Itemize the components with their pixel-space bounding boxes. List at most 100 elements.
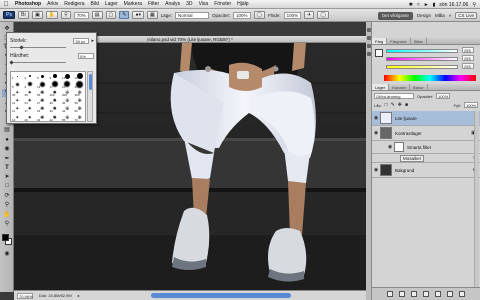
- wifi-icon[interactable]: ≈: [417, 2, 420, 8]
- brush-preset[interactable]: ✷ 24: [24, 97, 37, 105]
- layer-row-kontrastlager[interactable]: ◉ Kontrastlager ▣: [372, 126, 480, 141]
- brush-preset[interactable]: 19: [74, 72, 86, 80]
- apple-icon[interactable]: : [0, 1, 12, 8]
- brush-preset[interactable]: 13: [36, 80, 49, 89]
- screen-mode-icon[interactable]: ▢: [105, 11, 117, 19]
- brush-preset[interactable]: ❉ 200: [61, 89, 74, 97]
- foreground-color-swatch[interactable]: [2, 234, 9, 241]
- brush-preset[interactable]: 5: [11, 80, 24, 89]
- menu-arkiv[interactable]: Arkiv: [44, 1, 61, 7]
- brush-grid-scroll-thumb[interactable]: [89, 74, 92, 90]
- brush-preset[interactable]: 9: [49, 72, 62, 80]
- mini-bridge-button[interactable]: ▣: [32, 11, 43, 19]
- blur-tool-icon[interactable]: ●: [2, 136, 12, 144]
- brush-preset[interactable]: ✹ 39: [49, 97, 62, 105]
- zoom-level-dropdown[interactable]: 70%: [73, 11, 89, 19]
- lock-position-icon[interactable]: ✥: [398, 102, 402, 108]
- brush-preset[interactable]: ❉ 55: [61, 114, 74, 121]
- menu-fonster[interactable]: Fönster: [211, 1, 234, 7]
- menu-lager[interactable]: Lager: [102, 1, 121, 7]
- path-select-tool-icon[interactable]: ➤: [2, 173, 12, 181]
- brush-preset[interactable]: ✷ 45: [24, 89, 37, 97]
- brush-picker-button[interactable]: ●▾: [132, 11, 144, 19]
- brush-preset[interactable]: ✺ 27: [36, 97, 49, 105]
- blue-value[interactable]: 255: [462, 63, 474, 69]
- menu-markera[interactable]: Markera: [121, 1, 145, 7]
- layer-row-bakgrund[interactable]: ◉ Bakgrund ■: [372, 163, 480, 178]
- layer-row-lite-ljusare[interactable]: ◉ Lite ljusare: [372, 111, 480, 126]
- color-spectrum-ramp[interactable]: [384, 75, 476, 81]
- layer-row-smarta-filter[interactable]: ◉ Smarta filter: [372, 141, 480, 154]
- volume-icon[interactable]: ►: [424, 2, 429, 8]
- tab-swatches[interactable]: Färgrutor: [387, 38, 411, 44]
- clock[interactable]: sön 16.17.06: [439, 2, 468, 8]
- brush-size-slider-thumb[interactable]: [19, 45, 24, 50]
- cs-live-button[interactable]: CS Live: [455, 12, 477, 19]
- flow-field[interactable]: 100%: [283, 11, 302, 19]
- brush-preset[interactable]: 9: [24, 80, 37, 89]
- history-panel-icon[interactable]: [367, 28, 371, 32]
- pressure-size-icon[interactable]: ◯: [317, 11, 329, 19]
- layer-name[interactable]: Mosaiker: [400, 154, 425, 162]
- workspace-essentials[interactable]: Det viktigaste: [377, 11, 413, 20]
- workspace-paint[interactable]: Måla: [435, 13, 445, 18]
- layer-style-icon[interactable]: [399, 291, 405, 297]
- menu-app[interactable]: Photoshop: [12, 1, 44, 7]
- clone-source-icon[interactable]: [367, 52, 371, 56]
- brush-size-slider[interactable]: [10, 45, 66, 50]
- layer-name[interactable]: Kontrastlager: [395, 131, 422, 136]
- brush-preset[interactable]: 1: [11, 72, 24, 80]
- layer-row-mosaiker[interactable]: Mosaiker ≡: [372, 154, 480, 163]
- brush-preset-icon[interactable]: ✎: [119, 11, 130, 19]
- brush-preset[interactable]: ❋ 60: [74, 105, 86, 113]
- layers-scrollbar[interactable]: [474, 111, 479, 287]
- green-value[interactable]: 255: [462, 55, 474, 61]
- mode-dropdown[interactable]: Normal: [174, 11, 209, 19]
- menu-analys[interactable]: Analys: [162, 1, 183, 7]
- menu-filter[interactable]: Filter: [145, 1, 162, 7]
- brush-preset[interactable]: 13: [61, 72, 74, 80]
- gradient-tool-icon[interactable]: ▤: [2, 126, 12, 134]
- adjustment-layer-icon[interactable]: [423, 291, 429, 297]
- brush-panel-toggle[interactable]: ▦: [146, 11, 158, 19]
- workspace-more[interactable]: »: [449, 13, 452, 18]
- brush-preset[interactable]: ❉ 46: [61, 97, 74, 105]
- brush-size-field[interactable]: 50 px: [73, 38, 90, 44]
- workspace-design[interactable]: Design: [417, 13, 431, 18]
- brush-preset[interactable]: 17: [49, 80, 62, 89]
- zoom-level-field[interactable]: 70,96%: [17, 292, 33, 299]
- lock-pixels-icon[interactable]: □: [385, 102, 388, 108]
- tab-paths[interactable]: Banor: [410, 84, 428, 90]
- quick-mask-icon[interactable]: ◉: [2, 250, 12, 258]
- brush-preset[interactable]: ❋ 70: [74, 114, 86, 121]
- zoom-tool-icon[interactable]: ⚲: [2, 220, 12, 228]
- new-layer-icon[interactable]: [447, 291, 453, 297]
- brush-preset[interactable]: ✺ 65: [36, 89, 49, 97]
- layer-name[interactable]: Smarta filter: [407, 145, 431, 150]
- new-group-icon[interactable]: [435, 291, 441, 297]
- tab-layers[interactable]: Lager: [372, 84, 390, 90]
- pressure-opacity-icon[interactable]: ◯: [253, 11, 266, 19]
- tab-styles[interactable]: Stilar: [411, 38, 427, 44]
- status-menu-icon[interactable]: ▸: [78, 293, 80, 298]
- zoom-tool-icon[interactable]: ⚲: [61, 11, 71, 19]
- hand-tool-icon[interactable]: ✋: [45, 11, 59, 19]
- brush-preset[interactable]: ✷ 26: [24, 114, 37, 121]
- layer-fill-field[interactable]: 100%: [464, 102, 478, 108]
- shape-tool-icon[interactable]: □: [2, 182, 12, 190]
- layer-opacity-field[interactable]: 100%: [436, 93, 451, 99]
- red-slider[interactable]: [386, 49, 458, 53]
- blue-slider[interactable]: [386, 65, 458, 69]
- airbrush-icon[interactable]: ✈: [304, 11, 315, 19]
- spotlight-icon[interactable]: ⚲: [472, 2, 476, 8]
- menu-hjalp[interactable]: Hjälp: [234, 1, 251, 7]
- layer-visibility-eye-icon[interactable]: ◉: [372, 115, 380, 121]
- brush-hardness-slider-thumb[interactable]: [9, 60, 14, 65]
- red-value[interactable]: 255: [462, 47, 474, 53]
- bluetooth-icon[interactable]: ✱: [409, 2, 413, 8]
- color-panel-swatch[interactable]: [375, 49, 383, 57]
- brush-preset[interactable]: ✺ 23: [36, 105, 49, 113]
- layer-visibility-eye-icon[interactable]: ◉: [372, 167, 380, 173]
- menu-3d[interactable]: 3D: [183, 1, 195, 7]
- brush-preset[interactable]: ❋ 59: [74, 97, 86, 105]
